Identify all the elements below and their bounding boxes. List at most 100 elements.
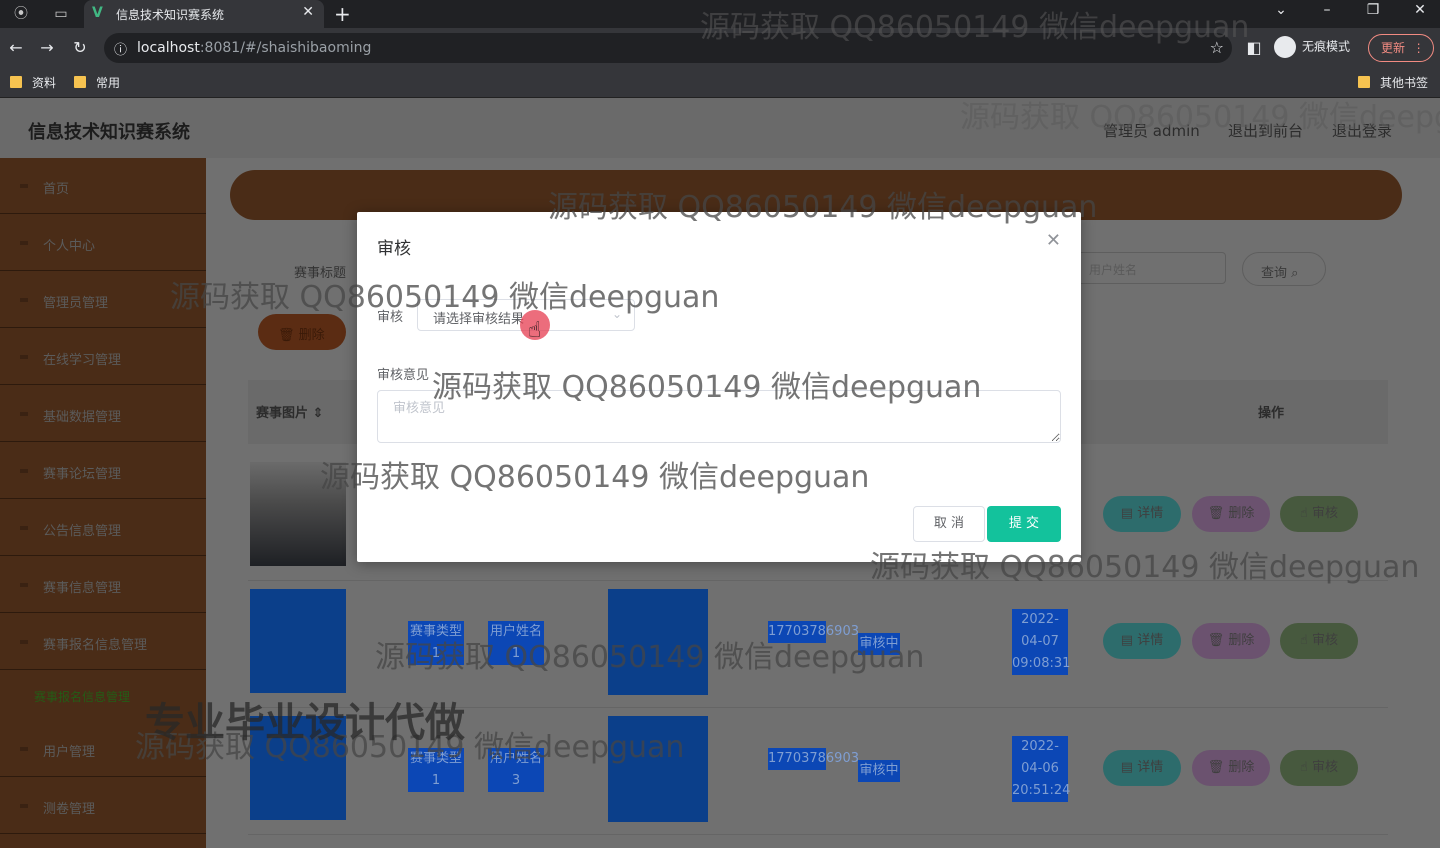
audit-dialog: 审核 ✕ 审核 请选择审核结果 ⌄ 审核意见 取 消 提 交 [357,212,1081,562]
profile-icon[interactable]: ⦿ [12,5,30,23]
forward-icon[interactable]: → [37,38,57,57]
event-type-cell: 赛事类型1 [408,621,464,665]
sidebar-item-base-data[interactable]: 基础数据管理 [0,386,206,442]
tab-search-icon[interactable]: ▭ [52,5,70,23]
menu-icon [20,412,28,416]
folder-icon [10,76,22,88]
bookmarks-bar: 资料 常用 其他书签 [0,68,1440,98]
opinion-label: 审核意见 [377,368,430,383]
app-title: 信息技术知识赛系统 [28,122,190,143]
other-bookmarks[interactable]: 其他书签 [1358,74,1428,91]
table-row: 赛事类型1 用户姓名1 17703786903 审核中 2022-04-07 0… [248,581,1388,708]
incognito-indicator[interactable]: 无痕模式 [1274,36,1350,58]
logout-link[interactable]: 退出登录 [1332,120,1392,141]
sidebar-item-admins[interactable]: 管理员管理 [0,272,206,328]
menu-icon [20,526,28,530]
delete-button[interactable]: 🗑 删除 [1192,623,1270,659]
sidebar-subitem-registrations[interactable]: 赛事报名信息管理 [34,688,130,705]
user-name-cell: 用户姓名1 [488,621,544,665]
app-header: 信息技术知识赛系统 管理员 admin 退出到前台 退出登录 [0,98,1440,158]
phone-cell: 17703786903 [768,748,859,770]
close-tab-icon[interactable]: ✕ [302,4,314,20]
time-cell: 2022-04-07 09:08:31 [1012,609,1070,675]
address-bar[interactable]: ⓘ localhost:8081/#/shaishibaoming ☆ [104,33,1232,63]
batch-delete-button[interactable]: 🗑 删除 [258,314,346,350]
submit-button[interactable]: 提 交 [987,506,1061,542]
tab-list-icon[interactable]: ⌄ [1266,2,1296,18]
close-window-icon[interactable]: ✕ [1405,2,1435,18]
sidebar-item-users[interactable]: 用户管理 [0,721,206,777]
site-info-icon[interactable]: ⓘ [114,39,127,58]
chevron-down-icon: ⌄ [611,307,622,321]
sidebar-item-learning[interactable]: 在线学习管理 [0,329,206,385]
reload-icon[interactable]: ↻ [70,38,90,57]
audit-button[interactable]: ☝ 审核 [1280,496,1358,532]
status-cell: 审核中 [858,633,900,655]
event-image [250,462,346,566]
sidebar-item-tests[interactable]: 测卷管理 [0,778,206,834]
delete-button[interactable]: 🗑 删除 [1192,750,1270,786]
admin-user-label: 管理员 admin [1103,122,1200,140]
search-user-input[interactable]: 用户姓名 [1076,252,1226,284]
menu-icon [20,241,28,245]
event-image [250,589,346,693]
user-photo [608,716,708,822]
incognito-icon [1274,36,1296,58]
phone-cell: 17703786903 [768,621,859,643]
event-type-cell: 赛事类型1 [408,748,464,792]
sidebar-item-events[interactable]: 赛事信息管理 [0,557,206,613]
browser-tab-bar: ⦿ ▭ V 信息技术知识赛系统 ✕ + ⌄ – ❐ ✕ [0,0,1440,28]
detail-button[interactable]: ▤ 详情 [1103,750,1181,786]
sidebar-toggle-icon[interactable]: ◧ [1244,38,1264,57]
detail-button[interactable]: ▤ 详情 [1103,496,1181,532]
dialog-title: 审核 [377,239,411,259]
minimize-icon[interactable]: – [1312,2,1342,18]
audit-opinion-textarea[interactable] [377,390,1061,443]
close-icon[interactable]: ✕ [1046,230,1061,251]
column-header-image[interactable]: 赛事图片 ⇕ [256,402,323,421]
delete-button[interactable]: 🗑 删除 [1192,496,1270,532]
back-icon[interactable]: ← [6,38,26,57]
time-cell: 2022-04-06 20:51:24 [1012,736,1070,802]
update-button[interactable]: 更新 ⋮ [1368,34,1434,62]
menu-icon [20,355,28,359]
tab-title: 信息技术知识赛系统 [116,8,225,22]
new-tab-icon[interactable]: + [334,2,351,26]
audit-label: 审核 [377,310,404,325]
event-image [250,716,346,820]
status-cell: 审核中 [858,760,900,782]
menu-icon [20,469,28,473]
folder-icon [1358,76,1370,88]
audit-button[interactable]: ☝ 审核 [1280,623,1358,659]
browser-toolbar: ← → ↻ ⓘ localhost:8081/#/shaishibaoming … [0,28,1440,68]
back-to-front-link[interactable]: 退出到前台 [1228,120,1303,141]
sidebar-item-forum[interactable]: 赛事论坛管理 [0,443,206,499]
folder-icon [74,76,86,88]
sidebar-item-registrations[interactable]: 赛事报名信息管理 [0,614,206,670]
menu-icon [20,184,28,188]
bookmark-star-icon[interactable]: ☆ [1210,38,1224,57]
query-button[interactable]: 查询 ⌕ [1242,252,1326,286]
menu-icon [20,583,28,587]
vue-favicon-icon: V [92,5,103,21]
sidebar-item-notices[interactable]: 公告信息管理 [0,500,206,556]
sidebar-item-profile[interactable]: 个人中心 [0,215,206,271]
detail-button[interactable]: ▤ 详情 [1103,623,1181,659]
menu-icon [20,804,28,808]
search-title-label: 赛事标题 [294,266,347,281]
bookmark-folder[interactable]: 常用 [74,74,120,91]
user-name-cell: 用户姓名3 [488,748,544,792]
sidebar: 首页 个人中心 管理员管理 在线学习管理 基础数据管理 赛事论坛管理 公告信息管… [0,158,206,848]
column-header-actions: 操作 [1258,406,1285,421]
audit-button[interactable]: ☝ 审核 [1280,750,1358,786]
browser-tab[interactable]: V 信息技术知识赛系统 ✕ [84,0,324,28]
restore-icon[interactable]: ❐ [1358,2,1388,18]
url-text: localhost:8081/#/shaishibaoming [137,40,372,56]
sidebar-item-home[interactable]: 首页 [0,158,206,214]
cancel-button[interactable]: 取 消 [913,506,985,542]
bookmark-folder[interactable]: 资料 [10,74,56,91]
hand-cursor-icon: ☝ [528,318,542,343]
table-row: 赛事类型1 用户姓名3 17703786903 审核中 2022-04-06 2… [248,708,1388,835]
user-photo [608,589,708,695]
menu-icon [20,298,28,302]
